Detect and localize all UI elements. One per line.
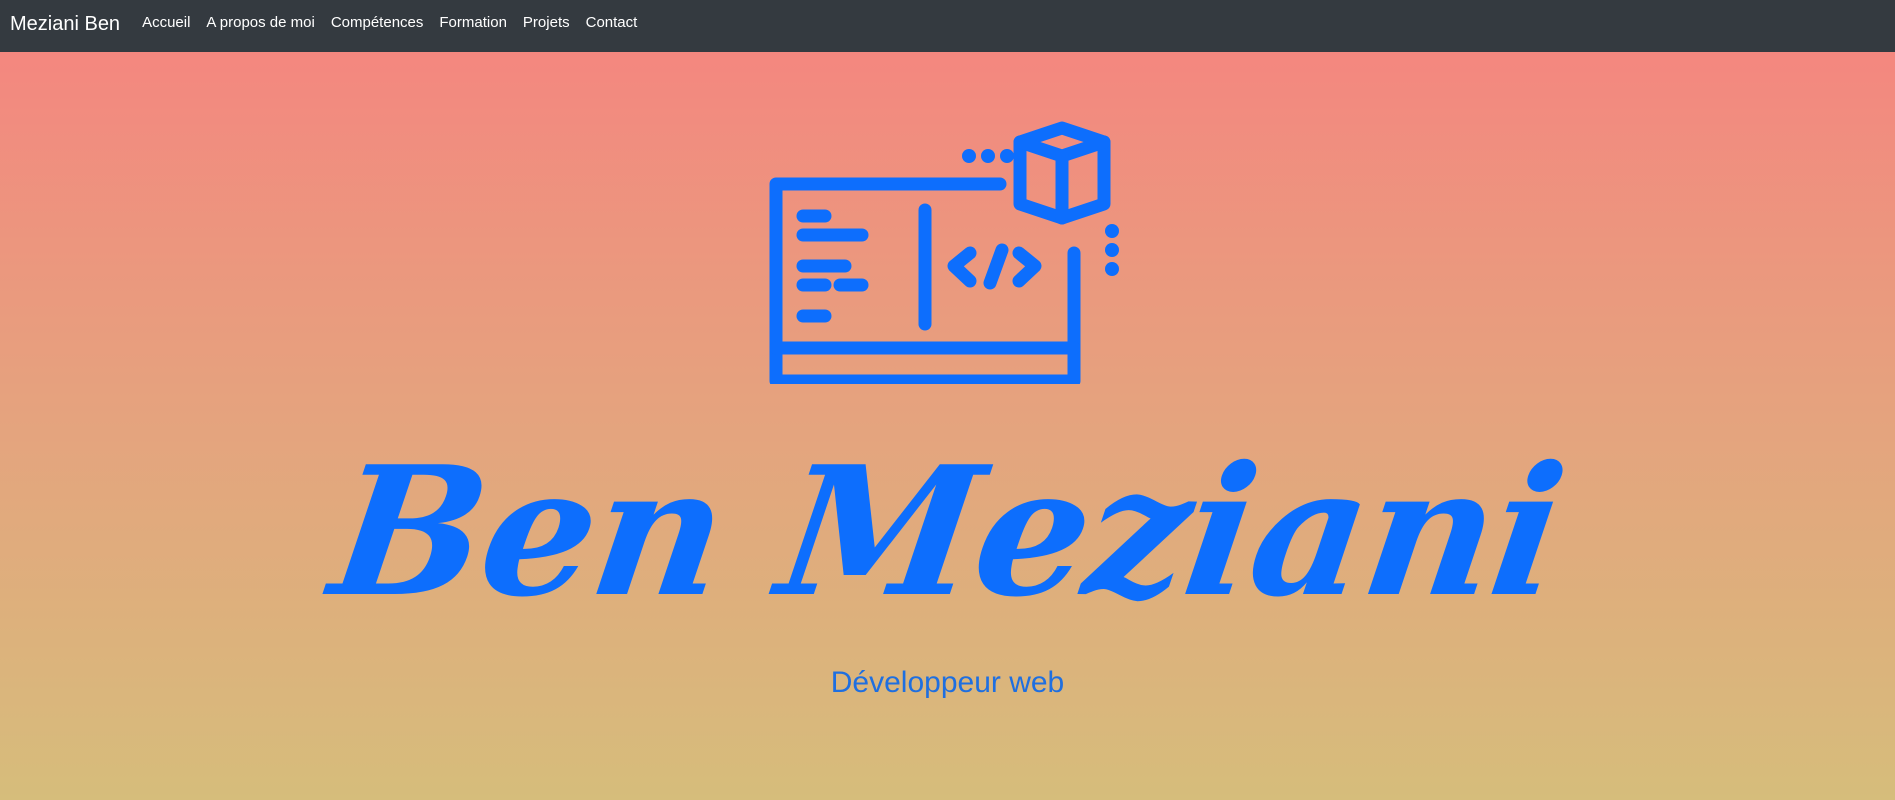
top-navbar: Meziani Ben Accueil A propos de moi Comp…: [0, 0, 1895, 52]
nav-links: Accueil A propos de moi Compétences Form…: [134, 0, 645, 52]
hero-name: Ben Meziani: [320, 427, 1575, 636]
hero-section: Ben Meziani Développeur web: [0, 52, 1895, 800]
nav-link-formation[interactable]: Formation: [431, 0, 515, 49]
nav-link-accueil[interactable]: Accueil: [134, 0, 198, 49]
web-developer-monitor-icon: [769, 121, 1119, 384]
navbar-brand[interactable]: Meziani Ben: [10, 0, 120, 50]
hero-subtitle: Développeur web: [830, 666, 1065, 699]
nav-link-competences[interactable]: Compétences: [323, 0, 432, 49]
nav-link-projets[interactable]: Projets: [515, 0, 578, 49]
nav-link-a-propos[interactable]: A propos de moi: [198, 0, 322, 49]
nav-link-contact[interactable]: Contact: [578, 0, 646, 49]
